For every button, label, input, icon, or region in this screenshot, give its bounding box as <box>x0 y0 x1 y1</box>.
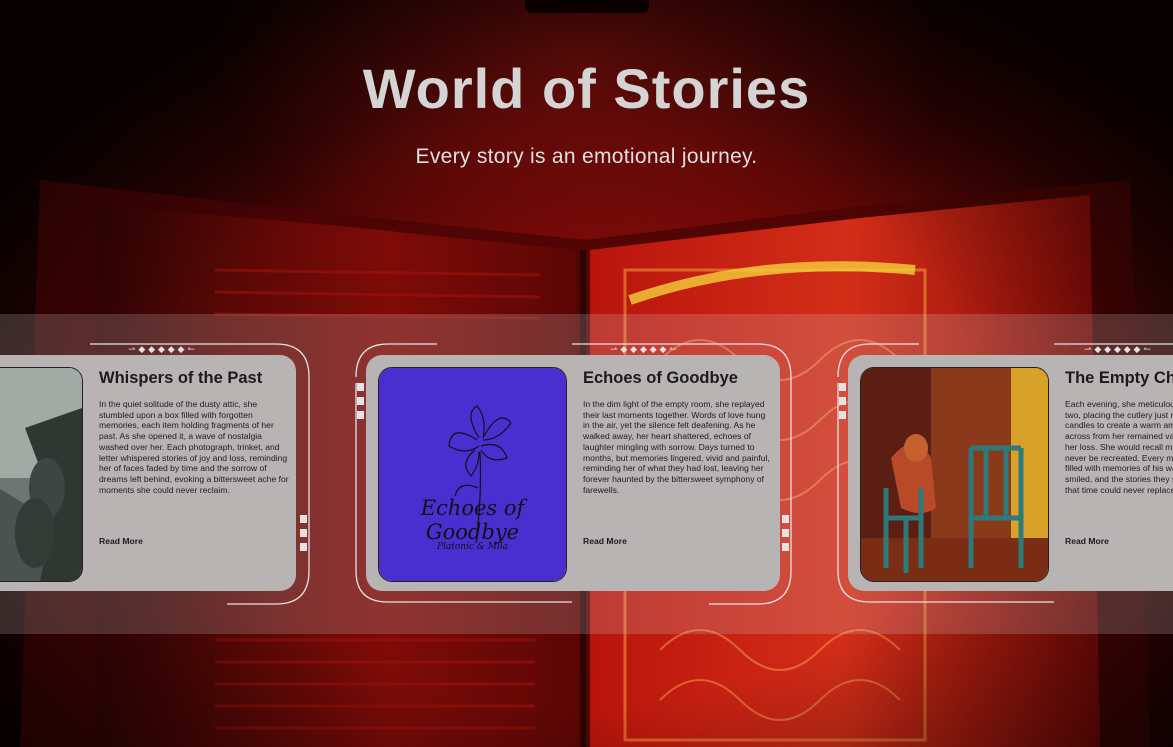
svg-text:⇀ ◆ ◆ ◆ ◆ ◆ ↼: ⇀ ◆ ◆ ◆ ◆ ◆ ↼ <box>128 345 195 355</box>
read-more-link[interactable]: Read More <box>1065 536 1109 546</box>
cover-title: Echoes of Goodbye <box>420 496 525 544</box>
story-card[interactable]: The Empty Chair Each evening, she meticu… <box>848 355 1173 591</box>
story-card[interactable]: Whispers of the Past In the quiet solitu… <box>0 355 296 591</box>
card-text: In the dim light of the empty room, she … <box>583 399 770 495</box>
story-carousel: ⇀ ◆ ◆ ◆ ◆ ◆ ↼ Whispers of the Past In th… <box>0 0 1173 747</box>
card-image <box>0 367 83 582</box>
card-title: Echoes of Goodbye <box>583 369 738 387</box>
card-title: Whispers of the Past <box>99 369 263 387</box>
svg-text:⇀ ◆ ◆ ◆ ◆ ◆ ↼: ⇀ ◆ ◆ ◆ ◆ ◆ ↼ <box>610 345 677 355</box>
svg-text:⇀ ◆ ◆ ◆ ◆ ◆ ↼: ⇀ ◆ ◆ ◆ ◆ ◆ ↼ <box>1084 345 1151 355</box>
card-image: Echoes of Goodbye Platonic & Mila <box>378 367 567 582</box>
card-image <box>860 367 1049 582</box>
story-card[interactable]: Echoes of Goodbye Platonic & Mila Echoes… <box>366 355 780 591</box>
read-more-link[interactable]: Read More <box>583 536 627 546</box>
cover-signature: Platonic & Mila <box>436 542 509 552</box>
card-title: The Empty Chair <box>1065 369 1173 387</box>
card-text: In the quiet solitude of the dusty attic… <box>99 399 289 495</box>
card-text: Each evening, she meticulously set the t… <box>1065 399 1173 495</box>
read-more-link[interactable]: Read More <box>99 536 143 546</box>
